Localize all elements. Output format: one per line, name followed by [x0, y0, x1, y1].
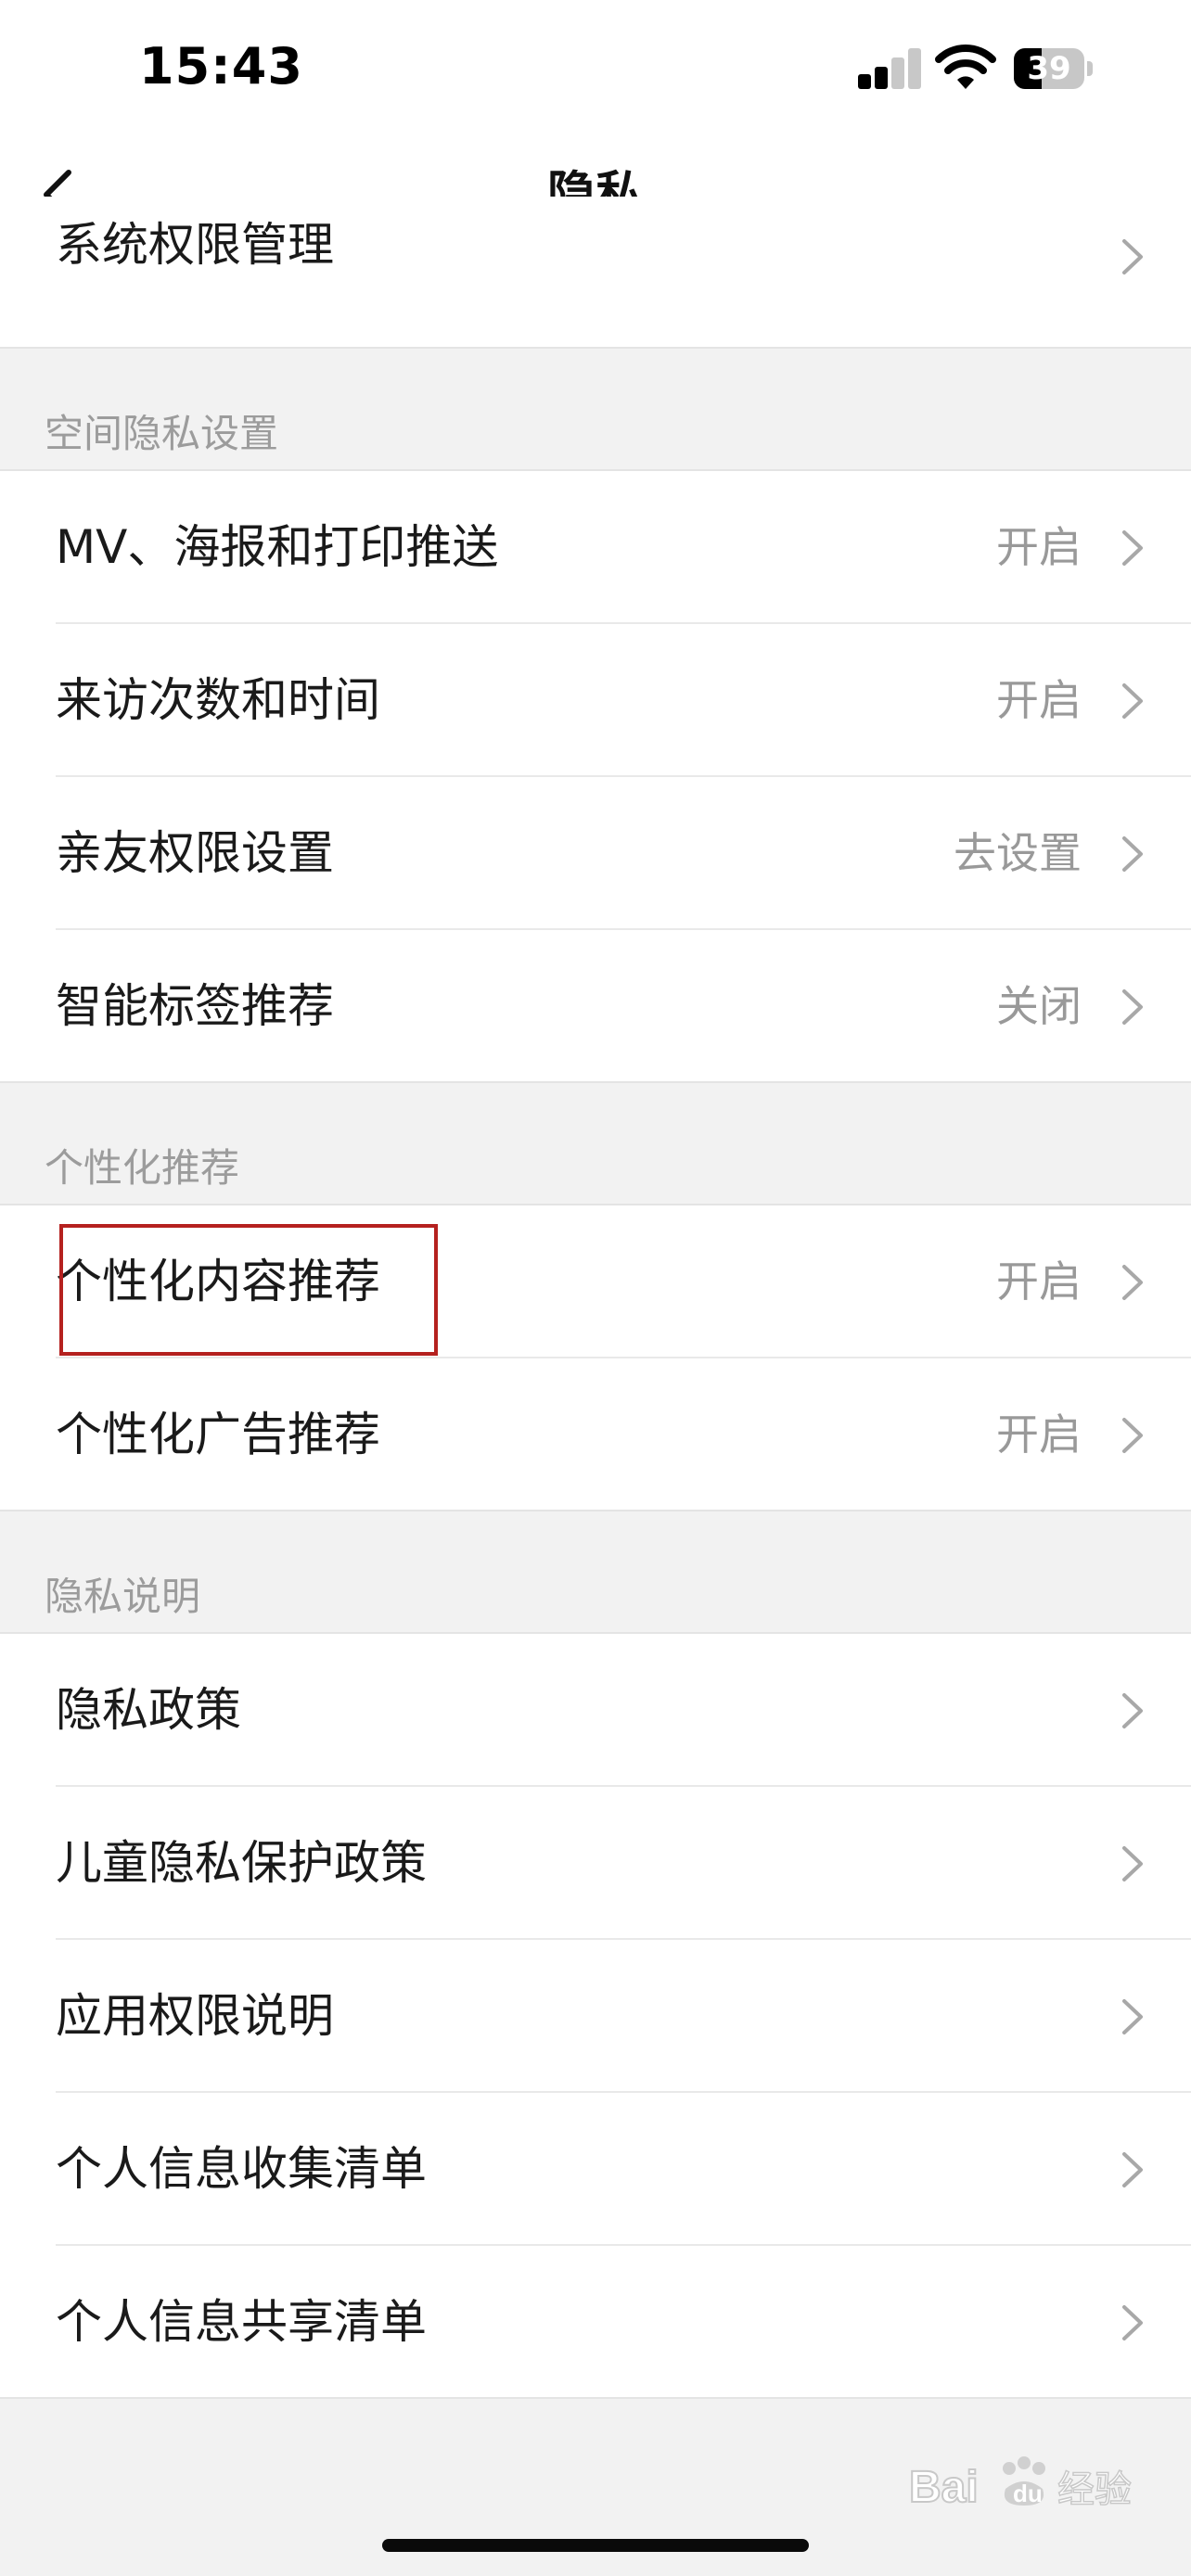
- chevron-right-icon: [1122, 1265, 1143, 1300]
- chevron-right-icon: [1122, 1846, 1143, 1881]
- chevron-right-icon: [1122, 683, 1143, 719]
- list-item-value: 开启: [996, 522, 1082, 572]
- list-item-app-permissions[interactable]: 应用权限说明: [0, 1940, 1191, 2093]
- svg-text:Bai: Bai: [909, 2463, 979, 2512]
- list-item-child-privacy[interactable]: 儿童隐私保护政策: [0, 1787, 1191, 1940]
- section-title-privacy-notes: 隐私说明: [45, 1574, 201, 1619]
- highlight-box: [59, 1224, 438, 1356]
- chevron-right-icon: [1122, 239, 1143, 274]
- list-item-personalized-ads[interactable]: 个性化广告推荐 开启: [0, 1358, 1191, 1511]
- list-item-label: 个人信息收集清单: [56, 2142, 427, 2196]
- battery-icon: 39: [1014, 48, 1094, 89]
- list-item-value: 开启: [996, 1409, 1082, 1460]
- list-item-value: 开启: [996, 675, 1082, 725]
- wifi-icon: [935, 43, 996, 91]
- list-item-value: 关闭: [996, 981, 1082, 1031]
- list-item-privacy-policy[interactable]: 隐私政策: [0, 1634, 1191, 1787]
- list-item-label: 系统权限管理: [56, 218, 334, 272]
- chevron-right-icon: [1122, 1418, 1143, 1453]
- status-bar: 15:43 39: [0, 0, 1191, 139]
- status-time: 15:43: [139, 37, 303, 96]
- list-item-label: 来访次数和时间: [56, 673, 380, 727]
- list-item-label: MV、海报和打印推送: [56, 520, 499, 574]
- chevron-right-icon: [1122, 1693, 1143, 1728]
- list-item-label: 亲友权限设置: [56, 826, 334, 880]
- list-item-label: 隐私政策: [56, 1683, 241, 1737]
- list-item-label: 智能标签推荐: [56, 979, 334, 1033]
- list-item-value: 去设置: [954, 828, 1082, 878]
- list-item-family-permissions[interactable]: 亲友权限设置 去设置: [0, 777, 1191, 930]
- chevron-right-icon: [1122, 530, 1143, 566]
- home-indicator[interactable]: [382, 2539, 809, 2552]
- cellular-signal-icon: [858, 45, 923, 89]
- list-item-visit-count[interactable]: 来访次数和时间 开启: [0, 624, 1191, 777]
- list-item-mv-poster-print[interactable]: MV、海报和打印推送 开启: [0, 471, 1191, 624]
- list-item-info-collection[interactable]: 个人信息收集清单: [0, 2093, 1191, 2246]
- list-item-label: 个人信息共享清单: [56, 2295, 427, 2349]
- baidu-watermark-logo: Bai du 经验: [908, 2448, 1159, 2522]
- battery-percent: 39: [1027, 50, 1071, 87]
- list-item-smart-tags[interactable]: 智能标签推荐 关闭: [0, 930, 1191, 1083]
- chevron-right-icon: [1122, 989, 1143, 1025]
- section-title-space-privacy: 空间隐私设置: [45, 411, 279, 456]
- list-item-info-sharing[interactable]: 个人信息共享清单: [0, 2246, 1191, 2399]
- chevron-right-icon: [1122, 836, 1143, 872]
- chevron-right-icon: [1122, 2305, 1143, 2340]
- svg-text:经验: 经验: [1057, 2468, 1132, 2511]
- list-item-label: 个性化广告推荐: [56, 1408, 380, 1461]
- chevron-right-icon: [1122, 2152, 1143, 2187]
- svg-text:du: du: [1013, 2480, 1043, 2507]
- section-title-personalized: 个性化推荐: [45, 1145, 240, 1191]
- list-item-label: 应用权限说明: [56, 1989, 334, 2043]
- list-item-label: 儿童隐私保护政策: [56, 1836, 427, 1890]
- chevron-right-icon: [1122, 1999, 1143, 2034]
- list-item-system-permissions[interactable]: 系统权限管理: [0, 197, 1191, 347]
- list-item-value: 开启: [996, 1256, 1082, 1307]
